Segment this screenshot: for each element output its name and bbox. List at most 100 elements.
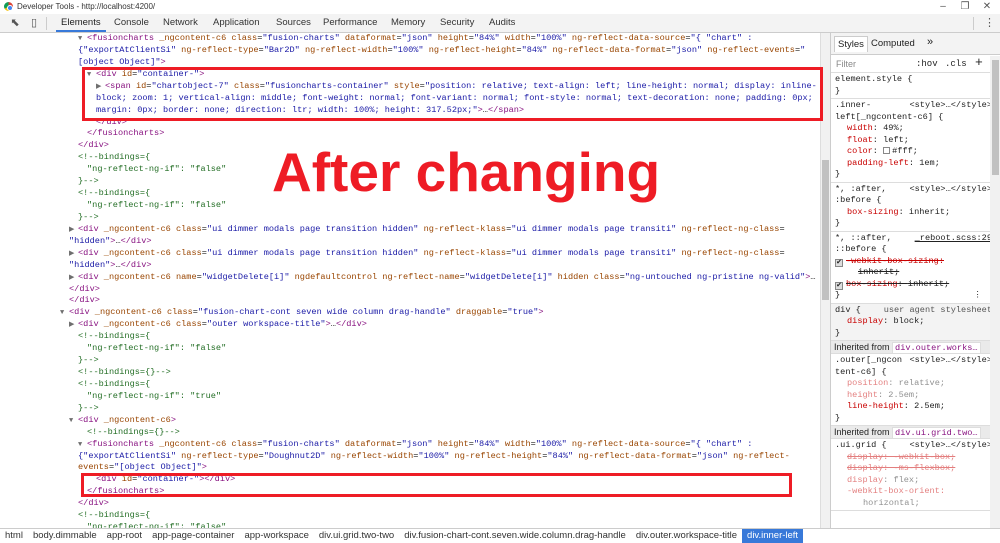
close-button[interactable]: ✕ (976, 0, 998, 14)
dom-node-line[interactable]: <!--bindings={ (78, 378, 150, 390)
breadcrumb-item[interactable]: div.fusion-chart-cont.seven.wide.column.… (399, 529, 631, 543)
dom-node-line[interactable]: {"exportAtClientSi" ng-reflect-type="Bar… (78, 44, 805, 56)
dom-node-line[interactable]: ▶ <div _ngcontent-c6 class="ui dimmer mod… (69, 223, 785, 235)
more-options-icon[interactable]: ⋮ (984, 16, 995, 29)
dom-node-line[interactable]: "ng-reflect-ng-if": "false" (87, 163, 226, 175)
dom-node-line[interactable]: <!--bindings={}--> (87, 426, 180, 438)
rule-source-link[interactable]: <style>…</style> (909, 184, 992, 196)
dom-node-line[interactable]: ▼ <div _ngcontent-c6> (69, 414, 176, 426)
tab-styles[interactable]: Styles (834, 36, 868, 52)
tab-sources[interactable]: Sources (276, 14, 311, 32)
property-name[interactable]: width (847, 123, 873, 133)
tab-audits[interactable]: Audits (489, 14, 515, 32)
breadcrumb-item[interactable]: div.inner-left (742, 529, 804, 543)
property-value[interactable]: 2.5em; (888, 390, 919, 400)
property-value[interactable]: horizontal; (835, 498, 996, 510)
property[interactable]: display: -webkit-box; (835, 452, 996, 464)
dom-node-line[interactable]: <!--bindings={ (78, 509, 150, 521)
property-name[interactable]: height (847, 390, 878, 400)
restore-button[interactable]: ❐ (954, 0, 976, 14)
rule-source-link[interactable]: _reboot.scss:29 (915, 233, 992, 245)
dom-node-line[interactable]: {"exportAtClientSi" ng-reflect-type="Dou… (78, 450, 790, 462)
dom-node-line[interactable]: <!--bindings={}--> (78, 366, 171, 378)
property-checkbox[interactable]: ✔ (835, 258, 843, 267)
property-value[interactable]: inherit; (908, 279, 949, 289)
property-value[interactable]: inherit; (858, 267, 899, 277)
rule-source-link[interactable]: <style>…</style> (909, 440, 992, 452)
rule-inner-left[interactable]: .inner- <style>…</style> left[_ngcontent-… (831, 99, 1000, 183)
minimize-button[interactable]: – (932, 0, 954, 14)
dom-node-line[interactable]: }--> (78, 354, 99, 366)
rule-user-agent-div[interactable]: div {user agent stylesheet display: bloc… (831, 303, 1000, 341)
rule-universal[interactable]: *, :after, <style>…</style> :before { box… (831, 183, 1000, 232)
dom-node-line[interactable]: ▼ <div _ngcontent-c6 class="fusion-chart-… (60, 306, 544, 318)
dom-node-line[interactable]: ▼ <fusioncharts _ngcontent-c6 class="fusi… (78, 33, 752, 44)
rule-source-link[interactable]: <style>…</style> (909, 355, 992, 367)
dom-node-line[interactable]: }--> (78, 175, 99, 187)
tab-elements[interactable]: Elements (56, 14, 106, 32)
property-value[interactable]: relative; (899, 378, 945, 388)
dom-node-line[interactable]: ▶ <div _ngcontent-c6 class="outer workspa… (69, 318, 367, 330)
dom-node-line[interactable]: events="[object Object]"> (78, 461, 207, 473)
styles-scrollbar-thumb[interactable] (992, 60, 999, 175)
rule-reboot[interactable]: *, ::after, _reboot.scss:29 ::before { ✔ -… (831, 232, 1000, 304)
dom-node-line[interactable]: </div> (78, 139, 109, 151)
dom-node-line[interactable]: </div> (78, 497, 109, 509)
inherited-node-link[interactable]: div.outer.works… (892, 342, 981, 353)
property-value[interactable]: #fff; (892, 146, 918, 156)
property-value[interactable]: inherit; (909, 207, 950, 217)
dom-node-line[interactable]: <!--bindings={ (78, 151, 150, 163)
breadcrumb-item[interactable]: app-root (102, 529, 147, 543)
dom-node-line[interactable]: }--> (78, 211, 99, 223)
new-rule-button[interactable]: + (975, 55, 983, 70)
property-name[interactable]: box-sizing (847, 207, 899, 217)
inspect-element-icon[interactable]: ⬉ (8, 17, 22, 30)
property-name[interactable]: position (847, 378, 888, 388)
device-toolbar-icon[interactable]: ▯ (27, 17, 41, 30)
dom-node-line[interactable]: </div> (69, 294, 100, 306)
dom-node-line[interactable]: "ng-reflect-ng-if": "true" (87, 390, 221, 402)
dom-tree-scrollbar-thumb[interactable] (822, 160, 829, 300)
dom-node-line[interactable]: <!--bindings={ (78, 187, 150, 199)
property-value[interactable]: left; (883, 135, 909, 145)
breadcrumb-item[interactable]: app-page-container (147, 529, 239, 543)
dom-node-line[interactable]: "ng-reflect-ng-if": "false" (87, 342, 226, 354)
breadcrumb-item[interactable]: app-workspace (239, 529, 313, 543)
class-toggle[interactable]: .cls (945, 59, 967, 69)
breadcrumb-item[interactable]: html (0, 529, 28, 543)
rule-source-link[interactable]: <style>…</style> (909, 100, 992, 112)
property-value[interactable]: 2.5em; (914, 401, 945, 411)
property-checkbox[interactable]: ✔ (835, 281, 843, 290)
element-style-rule[interactable]: element.style { } (831, 73, 1000, 99)
rule-ui-grid[interactable]: .ui.grid {<style>…</style> display: -web… (831, 439, 1000, 511)
more-icon[interactable]: ⋮ (973, 290, 982, 302)
dom-node-line[interactable]: </div> (69, 283, 100, 295)
property-name[interactable]: -webkit-box-sizing: (846, 256, 944, 266)
collapsed-triangle-icon[interactable]: ▶ (69, 319, 78, 331)
hover-state-toggle[interactable]: :hov (916, 59, 938, 69)
property-name[interactable]: display (847, 475, 883, 485)
dom-node-line[interactable]: }--> (78, 402, 99, 414)
property-name[interactable]: color (847, 146, 873, 156)
tab-console[interactable]: Console (114, 14, 149, 32)
tab-performance[interactable]: Performance (323, 14, 377, 32)
dom-node-line[interactable]: "hidden">…</div> (69, 259, 152, 271)
property-value[interactable]: 49%; (883, 123, 904, 133)
dom-node-line[interactable]: <!--bindings={ (78, 330, 150, 342)
property-name[interactable]: line-height (847, 401, 904, 411)
dom-node-line[interactable]: ▼ <fusioncharts _ngcontent-c6 class="fusi… (78, 438, 752, 450)
dom-node-line[interactable]: ▶ <div _ngcontent-c6 name="widgetDelete[i… (69, 271, 816, 283)
tab-computed[interactable]: Computed (871, 38, 915, 49)
expanded-triangle-icon[interactable]: ▼ (60, 307, 69, 319)
dom-node-line[interactable]: </fusioncharts> (87, 127, 164, 139)
tab-application[interactable]: Application (213, 14, 259, 32)
breadcrumb-item[interactable]: body.dimmable (28, 529, 102, 543)
dom-node-line[interactable]: ▶ <div _ngcontent-c6 class="ui dimmer mod… (69, 247, 785, 259)
breadcrumb-item[interactable]: div.outer.workspace-title (631, 529, 742, 543)
breadcrumb-item[interactable]: div.ui.grid.two-two (314, 529, 399, 543)
property[interactable]: display: -ms-flexbox; (835, 463, 996, 475)
tab-security[interactable]: Security (440, 14, 474, 32)
tab-memory[interactable]: Memory (391, 14, 425, 32)
property-value[interactable]: flex; (893, 475, 919, 485)
property-name[interactable]: float (847, 135, 873, 145)
